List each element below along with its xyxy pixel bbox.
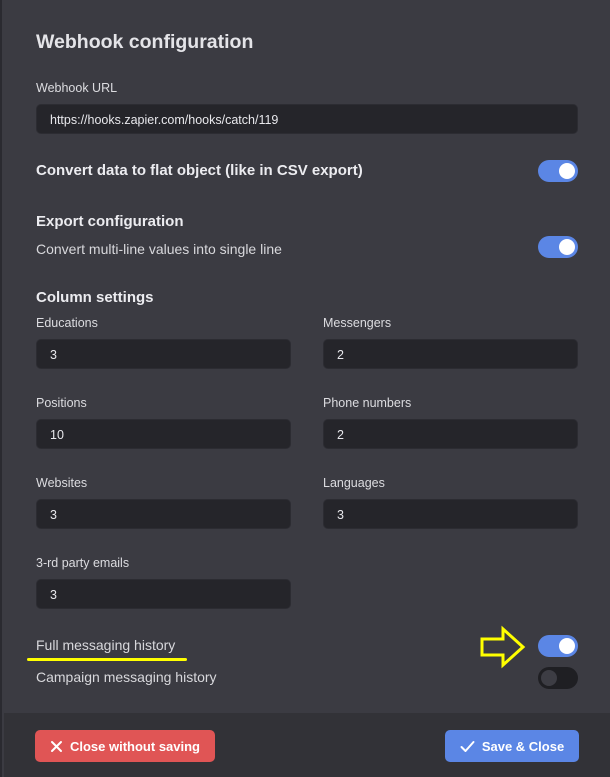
multiline-toggle[interactable] [538, 236, 578, 258]
webhook-config-dialog: Webhook configuration Webhook URL https:… [0, 0, 610, 777]
full-history-label: Full messaging history [36, 637, 176, 653]
arrow-right-icon [480, 625, 526, 669]
webhook-url-label: Webhook URL [36, 81, 118, 95]
flat-object-toggle[interactable] [538, 160, 578, 182]
educations-label: Educations [36, 316, 98, 330]
messengers-input[interactable]: 2 [323, 339, 578, 369]
websites-input[interactable]: 3 [36, 499, 291, 529]
phone-numbers-input[interactable]: 2 [323, 419, 578, 449]
export-config-title: Export configuration [36, 213, 184, 230]
check-icon [460, 740, 475, 752]
close-button-label: Close without saving [69, 738, 200, 754]
languages-input[interactable]: 3 [323, 499, 578, 529]
messengers-label: Messengers [323, 316, 392, 330]
toggle-knob [559, 163, 575, 179]
save-button-label: Save & Close [481, 738, 565, 754]
webhook-url-input[interactable]: https://hooks.zapier.com/hooks/catch/119 [36, 104, 578, 134]
positions-input[interactable]: 10 [36, 419, 291, 449]
websites-label: Websites [36, 476, 88, 490]
educations-input[interactable]: 3 [36, 339, 291, 369]
highlight-underline [27, 658, 187, 661]
column-settings-title: Column settings [36, 289, 154, 306]
multiline-label: Convert multi-line values into single li… [36, 241, 282, 257]
toggle-knob [559, 638, 575, 654]
full-history-toggle[interactable] [538, 635, 578, 657]
third-party-emails-input[interactable]: 3 [36, 579, 291, 609]
third-party-emails-label: 3-rd party emails [36, 556, 130, 570]
phone-numbers-label: Phone numbers [323, 396, 412, 410]
close-without-saving-button[interactable]: Close without saving [35, 730, 215, 762]
close-icon [50, 740, 62, 752]
save-and-close-button[interactable]: Save & Close [445, 730, 579, 762]
toggle-knob [541, 670, 557, 686]
dialog-title: Webhook configuration [36, 31, 254, 53]
flat-object-label: Convert data to flat object (like in CSV… [36, 162, 363, 179]
campaign-history-toggle[interactable] [538, 667, 578, 689]
positions-label: Positions [36, 396, 87, 410]
toggle-knob [559, 239, 575, 255]
languages-label: Languages [323, 476, 385, 490]
campaign-history-label: Campaign messaging history [36, 669, 217, 685]
